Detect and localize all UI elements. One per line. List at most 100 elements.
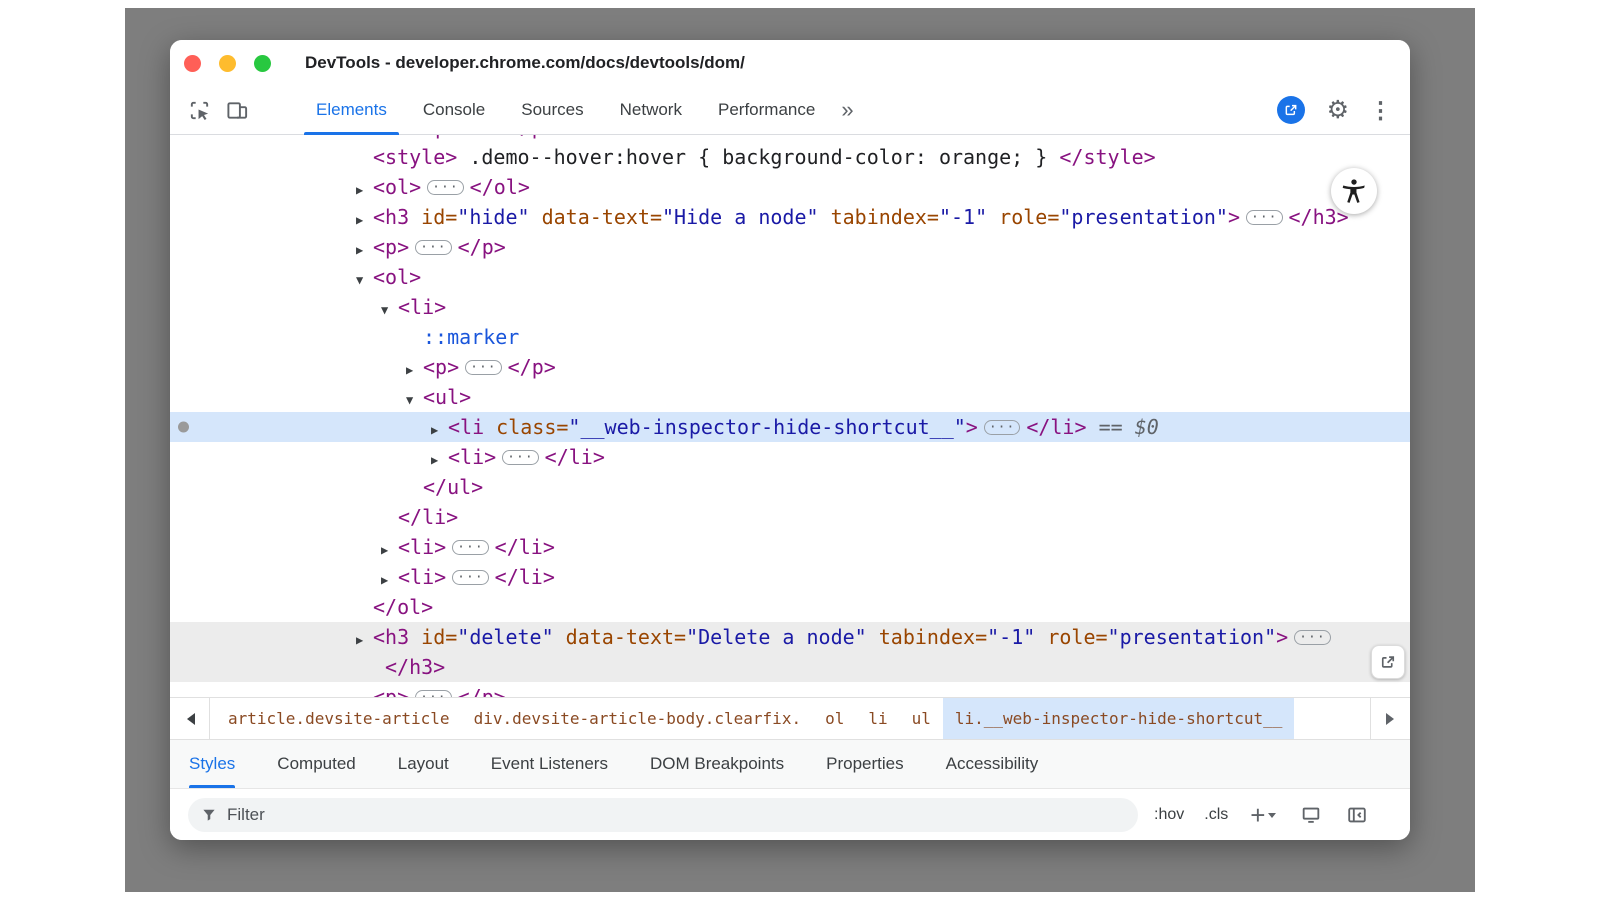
expand-arrow-icon[interactable]: ▶	[356, 685, 373, 697]
tab-sources[interactable]: Sources	[503, 86, 601, 134]
code-token-tag: <li>	[398, 535, 446, 559]
toggle-sidebar-button[interactable]	[1346, 804, 1368, 826]
dom-tree-row[interactable]: ▶<li>···</li>	[170, 442, 1410, 472]
inspect-element-icon[interactable]	[186, 97, 212, 123]
breadcrumb-scroll-right-button[interactable]	[1370, 698, 1410, 739]
sidebar-tab-computed[interactable]: Computed	[277, 740, 355, 788]
collapse-arrow-icon[interactable]: ▼	[356, 265, 373, 295]
sidebar-tab-layout[interactable]: Layout	[398, 740, 449, 788]
code-token-tag: <style>	[373, 145, 457, 169]
code-token-tag: </ul>	[423, 475, 483, 499]
dom-tree-row[interactable]: ▶<li>···</li>	[170, 562, 1410, 592]
inline-expand-button[interactable]: ···	[415, 240, 451, 255]
code-token-attr: class=	[484, 415, 568, 439]
expand-arrow-icon[interactable]: ▶	[356, 625, 373, 655]
inspect-corner-button[interactable]	[1371, 645, 1405, 679]
expand-arrow-icon[interactable]: ▶	[356, 175, 373, 205]
sidebar-tab-event-listeners[interactable]: Event Listeners	[491, 740, 608, 788]
rendering-emulation-button[interactable]	[1300, 804, 1322, 826]
dom-tree-row[interactable]: ▶<li> ··· </li>	[170, 532, 1410, 562]
toolbar-right-icons: ⚙ ⋮	[1277, 86, 1410, 134]
code-token-val: "-1"	[987, 625, 1035, 649]
title-bar: DevTools - developer.chrome.com/docs/dev…	[170, 40, 1410, 86]
toolbar-tabs: ElementsConsoleSourcesNetworkPerformance	[298, 86, 833, 134]
dom-tree-row[interactable]: ▼<li>	[170, 292, 1410, 322]
sidebar-tab-accessibility[interactable]: Accessibility	[946, 740, 1039, 788]
caret-down-icon	[1268, 813, 1276, 822]
expand-arrow-icon[interactable]: ▶	[356, 235, 373, 265]
code-token-tag: </p>	[458, 685, 506, 697]
breadcrumb-list: article.devsite-articlediv.devsite-artic…	[216, 698, 1294, 739]
filter-input[interactable]: Filter	[188, 798, 1138, 832]
expand-arrow-icon[interactable]: ▶	[431, 415, 448, 445]
feedback-badge-icon[interactable]	[1277, 96, 1305, 124]
dom-row-selected[interactable]: ▶<li class="__web-inspector-hide-shortcu…	[170, 412, 1410, 442]
code-token-tag: </style>	[1059, 145, 1155, 169]
breadcrumb-item[interactable]: div.devsite-article-body.clearfix.	[462, 698, 814, 739]
code-token-tag: <p>	[373, 685, 409, 697]
inline-expand-button[interactable]: ···	[984, 420, 1020, 435]
dom-tree-row[interactable]: </ol>	[170, 592, 1410, 622]
dom-tree-row[interactable]: ::marker	[170, 322, 1410, 352]
code-token-tag: </li>	[495, 535, 555, 559]
filter-funnel-icon	[200, 806, 218, 824]
tab-network[interactable]: Network	[602, 86, 700, 134]
dom-tree-row[interactable]: </li>	[170, 502, 1410, 532]
inline-expand-button[interactable]: ···	[1294, 630, 1330, 645]
dom-tree-row[interactable]: ▶<p> ··· </p>	[170, 682, 1410, 697]
dom-tree-row[interactable]: ▼<ol>	[170, 262, 1410, 292]
collapse-arrow-icon[interactable]: ▼	[381, 295, 398, 325]
more-panels-button[interactable]: »	[841, 97, 853, 123]
breadcrumb-item[interactable]: ul	[900, 698, 943, 739]
inline-expand-button[interactable]: ···	[465, 360, 501, 375]
code-token-tag: </ol>	[470, 175, 530, 199]
tab-performance[interactable]: Performance	[700, 86, 833, 134]
breadcrumb-item[interactable]: article.devsite-article	[216, 698, 462, 739]
new-style-rule-button[interactable]: +	[1250, 802, 1276, 828]
expand-arrow-icon[interactable]: ▶	[356, 205, 373, 235]
inline-expand-button[interactable]: ···	[1246, 210, 1282, 225]
expand-arrow-icon[interactable]: ▶	[381, 535, 398, 565]
collapse-arrow-icon[interactable]: ▼	[406, 385, 423, 415]
tab-console[interactable]: Console	[405, 86, 503, 134]
expand-arrow-icon[interactable]: ▶	[381, 565, 398, 595]
dom-tree-row[interactable]: ▶<h3 id="hide" data-text="Hide a node" t…	[170, 202, 1410, 232]
inline-expand-button[interactable]: ···	[502, 450, 538, 465]
breadcrumb-item[interactable]: li	[856, 698, 899, 739]
code-token-tag: <li>	[398, 565, 446, 589]
code-token-tag: </p>	[458, 235, 506, 259]
dom-tree-row[interactable]: </ul>	[170, 472, 1410, 502]
expand-arrow-icon[interactable]: ▶	[431, 445, 448, 475]
zoom-window-button[interactable]	[254, 55, 271, 72]
toggle-classes-button[interactable]: .cls	[1204, 806, 1228, 824]
dom-tree-row[interactable]: </h3>	[170, 652, 1410, 682]
dom-tree-row[interactable]: ▶<p>···</p>	[170, 135, 1410, 142]
dom-tree-row[interactable]: ▼<ul>	[170, 382, 1410, 412]
device-toolbar-icon[interactable]	[224, 97, 250, 123]
breadcrumb-item[interactable]: ol	[813, 698, 856, 739]
code-token-txt: .demo--hover:hover { background-color: o…	[457, 145, 1059, 169]
code-token-attr: tabindex=	[819, 205, 939, 229]
dom-tree-row[interactable]: <style> .demo--hover:hover { background-…	[170, 142, 1410, 172]
sidebar-tab-dom-breakpoints[interactable]: DOM Breakpoints	[650, 740, 784, 788]
dom-tree-row[interactable]: ▶<p>···</p>	[170, 352, 1410, 382]
accessibility-overlay-button[interactable]	[1331, 168, 1377, 214]
dom-tree-row[interactable]: ▶<h3 id="delete" data-text="Delete a nod…	[170, 622, 1410, 652]
dom-tree-row[interactable]: ▶<p>···</p>	[170, 232, 1410, 262]
sidebar-tab-properties[interactable]: Properties	[826, 740, 903, 788]
breadcrumb-item[interactable]: li.__web-inspector-hide-shortcut__	[943, 698, 1295, 739]
dom-tree-row[interactable]: ▶<ol>···</ol>	[170, 172, 1410, 202]
toggle-element-state-button[interactable]: :hov	[1154, 806, 1184, 824]
inline-expand-button[interactable]: ···	[415, 690, 451, 697]
sidebar-tab-styles[interactable]: Styles	[189, 740, 235, 788]
breadcrumb-scroll-left-button[interactable]	[170, 698, 210, 739]
inline-expand-button[interactable]: ···	[452, 570, 488, 585]
kebab-menu-icon[interactable]: ⋮	[1369, 99, 1392, 122]
inline-expand-button[interactable]: ···	[452, 540, 488, 555]
inline-expand-button[interactable]: ···	[427, 180, 463, 195]
close-window-button[interactable]	[184, 55, 201, 72]
settings-gear-icon[interactable]: ⚙	[1327, 98, 1349, 123]
tab-elements[interactable]: Elements	[298, 86, 405, 134]
minimize-window-button[interactable]	[219, 55, 236, 72]
expand-arrow-icon[interactable]: ▶	[406, 355, 423, 385]
